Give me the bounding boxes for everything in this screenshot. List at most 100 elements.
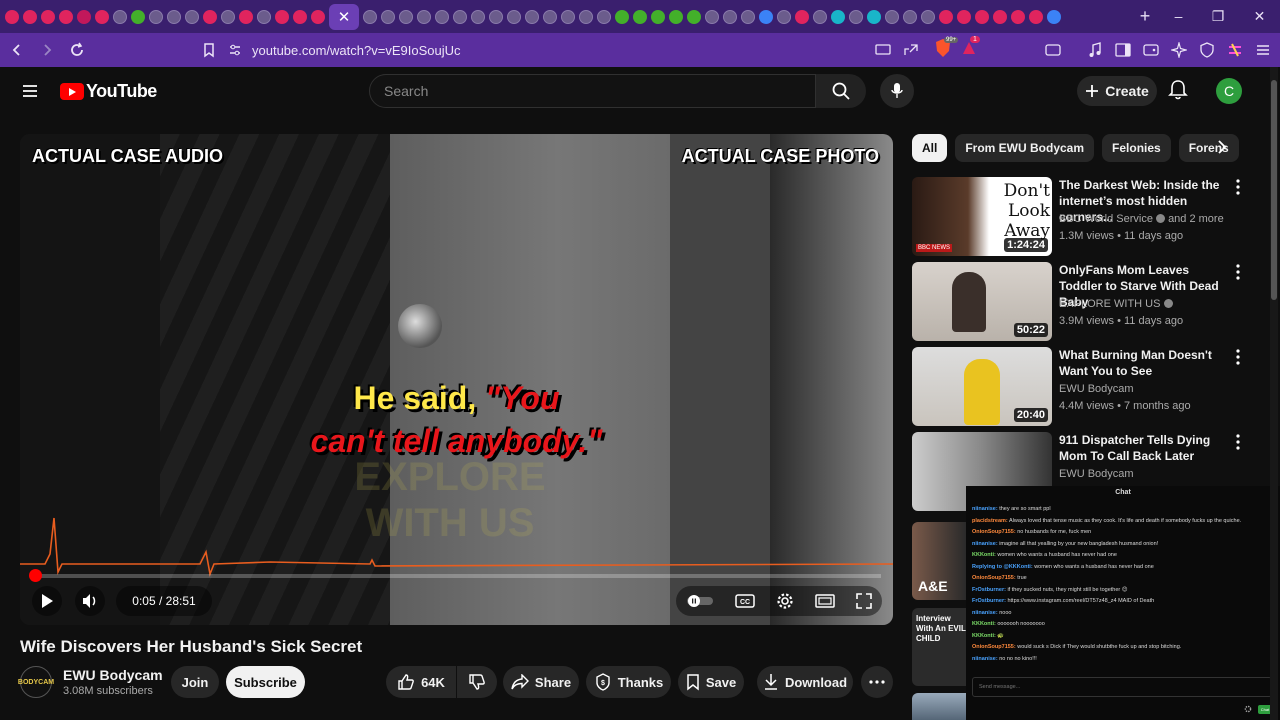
tab-favicon[interactable]	[525, 9, 539, 24]
tab-favicon[interactable]	[95, 9, 109, 24]
vpn-icon[interactable]	[1198, 41, 1216, 59]
tab-favicon[interactable]	[311, 9, 325, 24]
tab-favicon[interactable]	[795, 9, 809, 24]
tab-favicon[interactable]	[41, 9, 55, 24]
settings-button[interactable]	[776, 592, 794, 610]
leo-ai-icon[interactable]	[1170, 41, 1188, 59]
tab-favicon[interactable]	[239, 9, 253, 24]
chat-input[interactable]: Send message...	[972, 677, 1272, 697]
maximize-button[interactable]: ❐	[1212, 8, 1225, 25]
tab-favicon[interactable]	[77, 9, 91, 24]
tab-favicon[interactable]	[903, 9, 917, 24]
progress-scrubber[interactable]	[28, 569, 42, 582]
tab-favicon[interactable]	[975, 9, 989, 24]
like-button[interactable]: 64K	[386, 666, 456, 698]
tab-favicon[interactable]	[471, 9, 485, 24]
minimize-button[interactable]: –	[1175, 8, 1183, 25]
video-thumbnail[interactable]: 50:22	[912, 262, 1052, 341]
chat-username[interactable]: placidstream:	[972, 518, 1008, 524]
tab-favicon[interactable]	[149, 9, 163, 24]
search-input[interactable]: Search	[369, 74, 816, 108]
share-button[interactable]: Share	[503, 666, 579, 698]
wallet-card-icon[interactable]	[1142, 41, 1160, 59]
chat-username[interactable]: OnionSoup7155:	[972, 644, 1016, 650]
tab-favicon[interactable]	[417, 9, 431, 24]
tab-favicon[interactable]	[849, 9, 863, 24]
tab-favicon[interactable]	[831, 9, 845, 24]
tab-favicon[interactable]	[435, 9, 449, 24]
menu-icon[interactable]	[1254, 41, 1272, 59]
chat-username[interactable]: FrOstburner:	[972, 598, 1006, 604]
tab-favicon[interactable]	[1047, 9, 1061, 24]
chip-felonies[interactable]: Felonies	[1102, 134, 1171, 162]
recommended-video[interactable]: 50:22 OnlyFans Mom Leaves Toddler to Sta…	[912, 262, 1252, 342]
cast-icon[interactable]	[874, 41, 892, 59]
dislike-button[interactable]	[457, 666, 497, 698]
guide-menu-button[interactable]	[20, 81, 40, 101]
tab-favicon[interactable]	[185, 9, 199, 24]
tab-favicon[interactable]	[561, 9, 575, 24]
tab-favicon[interactable]	[507, 9, 521, 24]
music-icon[interactable]	[1086, 41, 1104, 59]
thanks-button[interactable]: $ Thanks	[586, 666, 671, 698]
chips-next-button[interactable]	[1216, 140, 1228, 154]
search-button[interactable]	[816, 74, 866, 108]
share-page-icon[interactable]	[902, 41, 920, 59]
tab-favicon[interactable]	[203, 9, 217, 24]
tab-favicon[interactable]	[777, 9, 791, 24]
recommended-video[interactable]: 20:40 What Burning Man Doesn't Want You …	[912, 347, 1252, 427]
tab-favicon[interactable]	[293, 9, 307, 24]
tab-favicon[interactable]	[723, 9, 737, 24]
close-window-button[interactable]: ✕	[1254, 8, 1266, 25]
tab-favicon[interactable]	[867, 9, 881, 24]
tab-favicon[interactable]	[615, 9, 629, 24]
video-options-button[interactable]	[1236, 349, 1240, 365]
tab-favicon[interactable]	[597, 9, 611, 24]
tab-favicon[interactable]	[363, 9, 377, 24]
tab-favicon[interactable]	[221, 9, 235, 24]
tab-favicon[interactable]	[669, 9, 683, 24]
tab-favicon[interactable]	[813, 9, 827, 24]
tab-favicon[interactable]	[633, 9, 647, 24]
tab-favicon[interactable]	[741, 9, 755, 24]
create-button[interactable]: Create	[1077, 76, 1157, 106]
video-thumbnail[interactable]: Interview With An EVIL CHILD	[912, 608, 966, 686]
tab-favicon[interactable]	[399, 9, 413, 24]
mute-button[interactable]	[75, 586, 105, 616]
theater-mode-button[interactable]	[815, 593, 835, 609]
back-button[interactable]	[4, 37, 30, 63]
reload-button[interactable]	[64, 37, 90, 63]
sidebar-icon[interactable]	[1114, 41, 1132, 59]
chip-from-channel[interactable]: From EWU Bodycam	[955, 134, 1095, 162]
tab-favicon[interactable]	[543, 9, 557, 24]
channel-name[interactable]: EWU Bodycam	[63, 667, 163, 683]
tab-favicon[interactable]	[687, 9, 701, 24]
chat-username[interactable]: OnionSoup7155:	[972, 529, 1016, 535]
tab-favicon[interactable]	[1011, 9, 1025, 24]
tab-favicon[interactable]	[23, 9, 37, 24]
play-button[interactable]	[32, 586, 62, 616]
more-actions-button[interactable]	[861, 666, 893, 698]
chat-username[interactable]: niinanise:	[972, 610, 998, 616]
tab-favicon[interactable]	[759, 9, 773, 24]
new-tab-button[interactable]: +	[1130, 6, 1160, 27]
video-thumbnail[interactable]	[912, 693, 966, 720]
captions-button[interactable]: CC	[735, 593, 755, 609]
tab-favicon[interactable]	[453, 9, 467, 24]
save-button[interactable]: Save	[678, 666, 744, 698]
rewards-icon[interactable]: 1	[960, 36, 980, 57]
tab-favicon[interactable]	[651, 9, 665, 24]
chat-username[interactable]: Replying to @KKKonti:	[972, 564, 1033, 570]
video-options-button[interactable]	[1236, 264, 1240, 280]
voice-search-button[interactable]	[880, 74, 914, 108]
tab-favicon[interactable]	[1029, 9, 1043, 24]
chip-forensics[interactable]: Forens	[1178, 134, 1239, 162]
progress-bar[interactable]	[28, 569, 881, 582]
join-button[interactable]: Join	[171, 666, 219, 698]
tab-favicon[interactable]	[579, 9, 593, 24]
tab-favicon[interactable]	[921, 9, 935, 24]
chat-username[interactable]: KKKonti:	[972, 552, 996, 558]
chip-all[interactable]: All	[912, 134, 948, 162]
tab-favicon[interactable]	[5, 9, 19, 24]
tab-favicon[interactable]	[167, 9, 181, 24]
